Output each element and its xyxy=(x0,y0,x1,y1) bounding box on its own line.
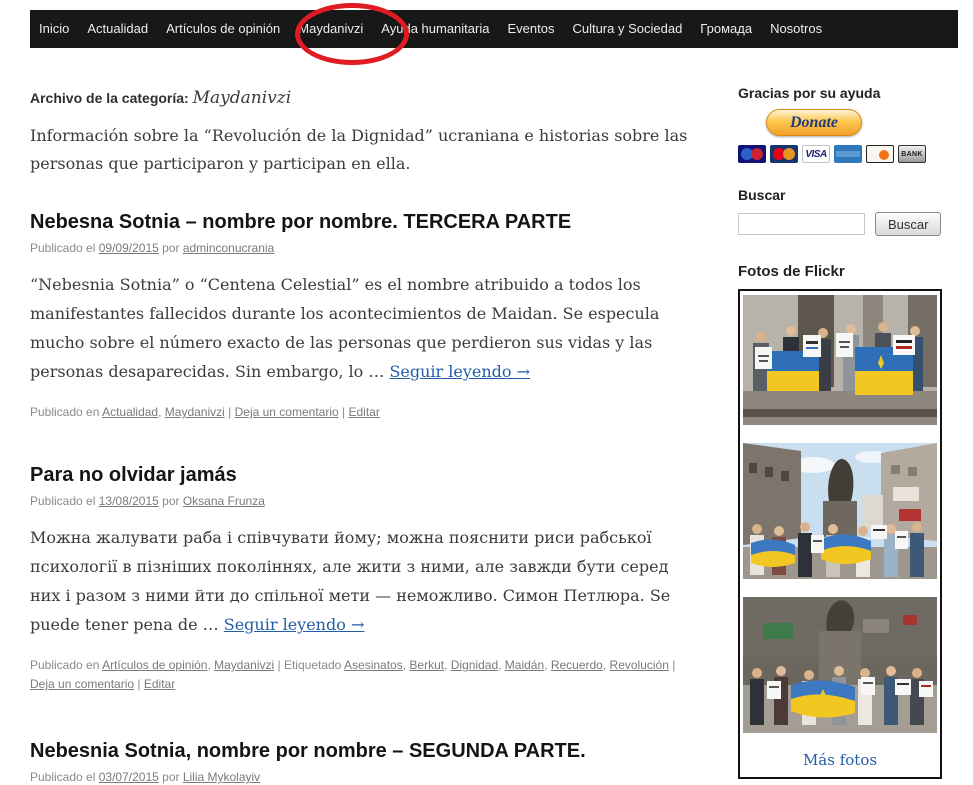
search-input[interactable] xyxy=(738,213,865,235)
amex-card-icon xyxy=(834,145,862,163)
edit-link[interactable]: Editar xyxy=(144,677,175,691)
post: Para no olvidar jamás Publicado el 13/08… xyxy=(30,464,692,694)
post-author-link[interactable]: Lilia Mykolayiv xyxy=(183,770,260,784)
flickr-photo-box: Más fotos xyxy=(738,289,942,779)
photo-1-illustration xyxy=(743,295,937,425)
nav-item-cultura-y-sociedad[interactable]: Cultura y Sociedad xyxy=(563,10,691,48)
post-author-link[interactable]: Oksana Frunza xyxy=(183,494,265,508)
nav-item-eventos[interactable]: Eventos xyxy=(498,10,563,48)
comment-link[interactable]: Deja un comentario xyxy=(235,405,339,419)
donate-heading: Gracias por su ayuda xyxy=(738,85,881,101)
nav-bar: Inicio Actualidad Artículos de opinión Mayd… xyxy=(30,10,958,48)
category-link[interactable]: Actualidad xyxy=(102,405,158,419)
archive-description: Información sobre la “Revolución de la D… xyxy=(30,126,688,173)
comment-link[interactable]: Deja un comentario xyxy=(30,677,134,691)
discover-card-icon xyxy=(866,145,894,163)
by-label: por xyxy=(162,770,180,784)
post-footer: Publicado en Actualidad, Maydanivzi | De… xyxy=(30,405,380,419)
post-title-link[interactable]: Nebesnia Sotnia, nombre por nombre – SEG… xyxy=(30,740,692,763)
nav-item-ayuda-humanitaria[interactable]: Ayuda humanitaria xyxy=(372,10,498,48)
post-excerpt: Можна жалувати раба і співчувати йому; м… xyxy=(30,523,692,639)
post-footer: Publicado en Artículos de opinión, Mayda… xyxy=(30,658,676,691)
nav-item-maydanivzi[interactable]: Maydanivzi xyxy=(289,10,372,48)
post-date-link[interactable]: 03/07/2015 xyxy=(99,770,159,784)
visa-card-label: VISA xyxy=(805,148,827,160)
flickr-photo-3[interactable] xyxy=(743,597,937,733)
by-label: por xyxy=(162,494,180,508)
excerpt-text: “Nebesnia Sotnia” o “Centena Celestial” … xyxy=(30,275,660,381)
post: Nebesnia Sotnia, nombre por nombre – SEG… xyxy=(30,740,692,785)
payment-cards-row: VISA BANK xyxy=(738,145,944,163)
photo-3-illustration xyxy=(743,597,937,733)
page: Inicio Actualidad Artículos de opinión Mayd… xyxy=(0,0,973,785)
nav-item-inicio[interactable]: Inicio xyxy=(30,10,78,48)
category-link[interactable]: Maydanivzi xyxy=(165,405,225,419)
tag-link[interactable]: Dignidad xyxy=(451,658,498,672)
post-date-link[interactable]: 13/08/2015 xyxy=(99,494,159,508)
tag-link[interactable]: Maidán xyxy=(505,658,544,672)
read-more-link[interactable]: Seguir leyendo → xyxy=(224,615,365,634)
post-date-link[interactable]: 09/09/2015 xyxy=(99,241,159,255)
flickr-photo-1[interactable] xyxy=(743,295,937,425)
archive-title: Archivo de la categoría: Maydanivzi xyxy=(30,88,692,108)
category-link[interactable]: Artículos de opinión xyxy=(102,658,207,672)
published-label: Publicado el xyxy=(30,241,96,255)
nav-item-actualidad[interactable]: Actualidad xyxy=(78,10,157,48)
tag-link[interactable]: Berkut xyxy=(409,658,444,672)
archive-label: Archivo de la categoría: xyxy=(30,90,189,106)
maestro-card-icon xyxy=(738,145,766,163)
post: Nebesna Sotnia – nombre por nombre. TERC… xyxy=(30,211,692,422)
search-button[interactable]: Buscar xyxy=(875,212,942,236)
bank-card-icon: BANK xyxy=(898,145,926,163)
post-meta: Publicado el 09/09/2015 por adminconucra… xyxy=(30,241,692,255)
published-label: Publicado el xyxy=(30,770,96,784)
tag-link[interactable]: Asesinatos xyxy=(344,658,403,672)
photo-2-illustration xyxy=(743,443,937,579)
flickr-heading: Fotos de Flickr xyxy=(738,263,845,280)
archive-term: Maydanivzi xyxy=(192,88,292,108)
post-title-link[interactable]: Para no olvidar jamás xyxy=(30,464,692,487)
post-meta: Publicado el 03/07/2015 por Lilia Mykola… xyxy=(30,770,692,784)
by-label: por xyxy=(162,241,180,255)
read-more-link[interactable]: Seguir leyendo → xyxy=(389,362,530,381)
post-meta: Publicado el 13/08/2015 por Oksana Frunz… xyxy=(30,494,692,508)
category-link[interactable]: Maydanivzi xyxy=(214,658,274,672)
post-title-link[interactable]: Nebesna Sotnia – nombre por nombre. TERC… xyxy=(30,211,692,234)
edit-link[interactable]: Editar xyxy=(348,405,379,419)
mastercard-card-icon xyxy=(770,145,798,163)
bank-card-label: BANK xyxy=(901,150,923,158)
visa-card-icon: VISA xyxy=(802,145,830,163)
more-photos-link[interactable]: Más fotos xyxy=(743,751,937,769)
nav-item-громада[interactable]: Громада xyxy=(691,10,761,48)
sidebar: Gracias por su ayuda Donate VISA BANK Bus… xyxy=(738,85,944,785)
tag-link[interactable]: Recuerdo xyxy=(551,658,603,672)
post-author-link[interactable]: adminconucrania xyxy=(183,241,274,255)
published-label: Publicado el xyxy=(30,494,96,508)
tag-link[interactable]: Revolución xyxy=(610,658,669,672)
search-heading: Buscar xyxy=(738,187,786,203)
flickr-photo-2[interactable] xyxy=(743,443,937,579)
nav-item-nosotros[interactable]: Nosotros xyxy=(761,10,831,48)
paypal-donate-button[interactable]: Donate xyxy=(766,109,862,136)
search-form: Buscar xyxy=(738,212,944,236)
post-excerpt: “Nebesnia Sotnia” o “Centena Celestial” … xyxy=(30,270,692,386)
main-content: Archivo de la categoría: Maydanivzi Info… xyxy=(30,48,692,785)
nav-item-art-culos-de-opini-n[interactable]: Artículos de opinión xyxy=(157,10,289,48)
